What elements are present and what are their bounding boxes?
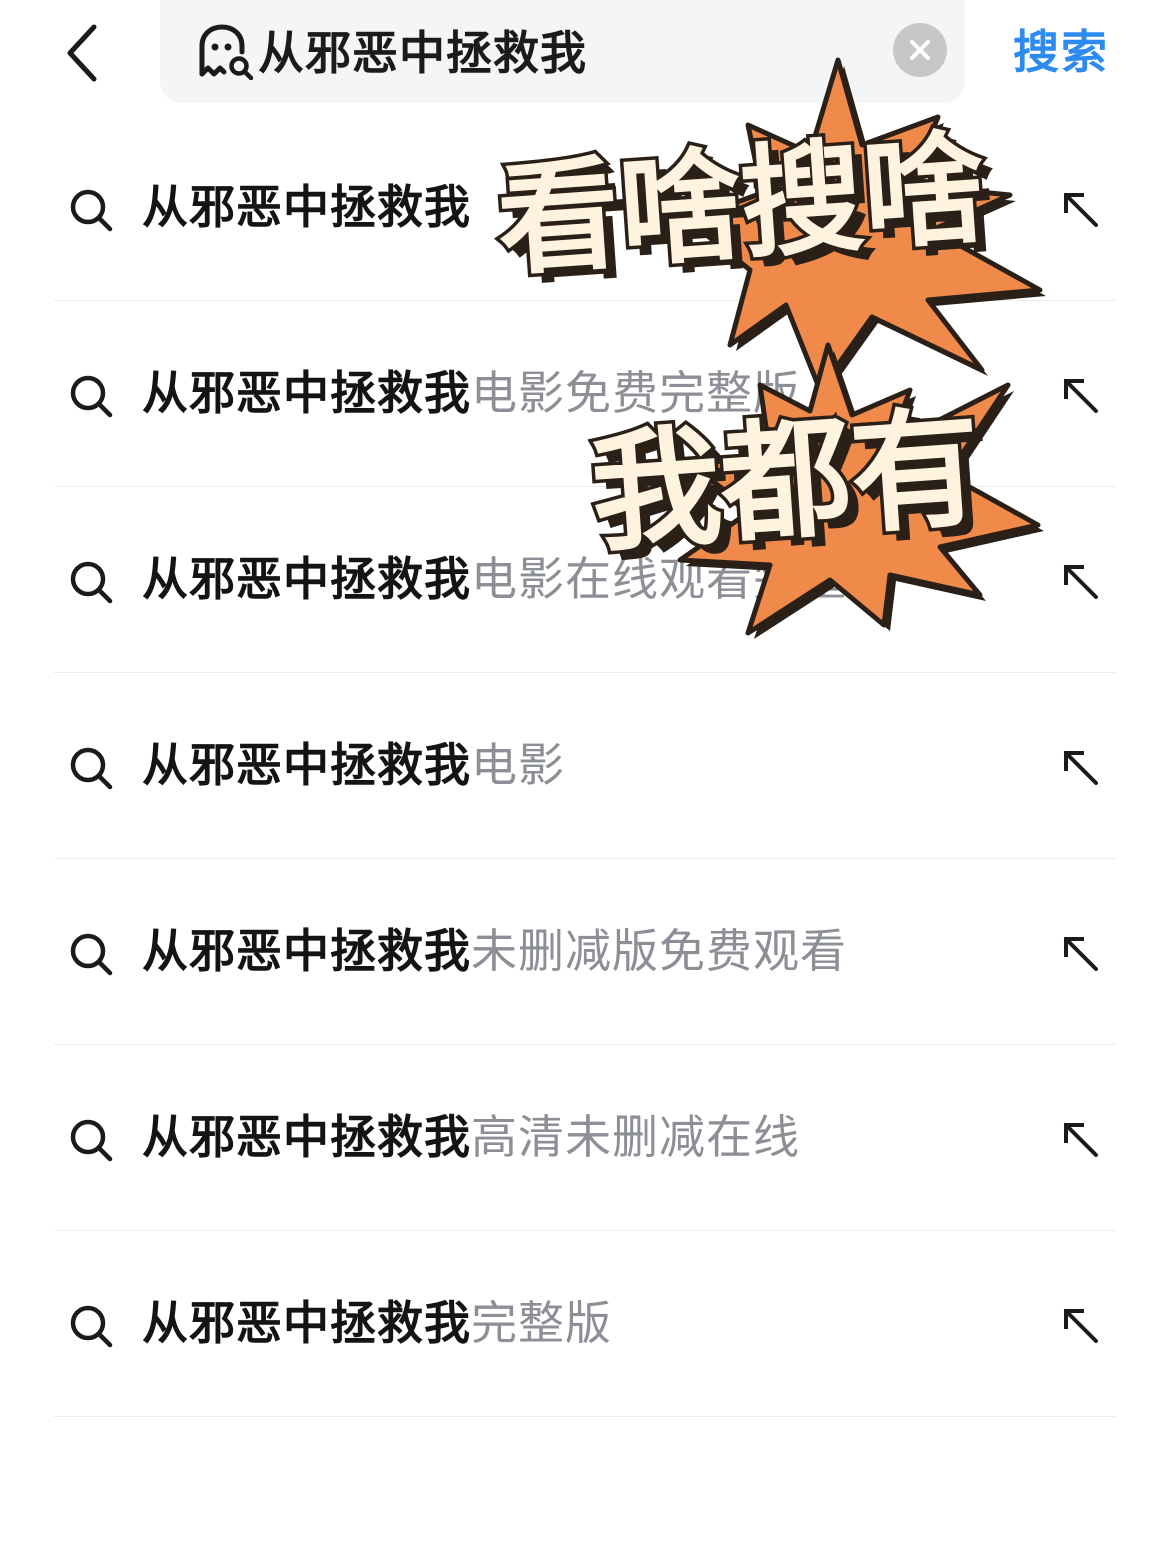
search-icon: [70, 561, 113, 604]
back-button[interactable]: [52, 18, 112, 88]
suggestion-query: 从邪恶中拯救我: [142, 1296, 471, 1350]
clear-button[interactable]: [893, 23, 947, 77]
suggestion-query: 从邪恶中拯救我: [142, 366, 471, 420]
search-icon: [70, 1305, 113, 1348]
suggestion-text: 从邪恶中拯救我完整版: [142, 1293, 612, 1353]
close-icon: [910, 40, 930, 60]
suggestion-text: 从邪恶中拯救我: [142, 177, 471, 237]
suggestion-list: 从邪恶中拯救我 从邪恶中拯救我电影免费完整版 从邪恶中拯救我电影在线观看完整 从…: [0, 115, 1170, 1417]
suggestion-suffix: 高清未删减在线: [471, 1110, 800, 1164]
suggestion-item[interactable]: 从邪恶中拯救我完整版: [54, 1231, 1116, 1417]
search-icon: [70, 189, 113, 232]
arrow-up-left-icon[interactable]: [1062, 377, 1100, 415]
suggestion-item[interactable]: 从邪恶中拯救我: [54, 115, 1116, 301]
suggestion-query: 从邪恶中拯救我: [142, 924, 471, 978]
search-icon: [70, 375, 113, 418]
suggestion-item[interactable]: 从邪恶中拯救我未删减版免费观看: [54, 859, 1116, 1045]
chevron-left-icon: [67, 24, 97, 82]
search-box[interactable]: [160, 0, 965, 103]
suggestion-item[interactable]: 从邪恶中拯救我电影免费完整版: [54, 301, 1116, 487]
suggestion-query: 从邪恶中拯救我: [142, 738, 471, 792]
suggestion-item[interactable]: 从邪恶中拯救我电影: [54, 673, 1116, 859]
suggestion-query: 从邪恶中拯救我: [142, 552, 471, 606]
arrow-up-left-icon[interactable]: [1062, 191, 1100, 229]
suggestion-suffix: 电影免费完整版: [471, 366, 800, 420]
search-icon: [70, 1119, 113, 1162]
search-button[interactable]: 搜索: [1013, 20, 1109, 84]
suggestion-suffix: 未删减版免费观看: [471, 924, 847, 978]
arrow-up-left-icon[interactable]: [1062, 563, 1100, 601]
arrow-up-left-icon[interactable]: [1062, 749, 1100, 787]
arrow-up-left-icon[interactable]: [1062, 1121, 1100, 1159]
ghost-search-icon: [199, 24, 254, 80]
suggestion-item[interactable]: 从邪恶中拯救我电影在线观看完整: [54, 487, 1116, 673]
suggestion-text: 从邪恶中拯救我电影: [142, 735, 565, 795]
suggestion-text: 从邪恶中拯救我电影免费完整版: [142, 363, 800, 423]
search-icon: [70, 933, 113, 976]
suggestion-suffix: 电影在线观看完整: [471, 552, 847, 606]
arrow-up-left-icon[interactable]: [1062, 1307, 1100, 1345]
search-input[interactable]: [258, 0, 878, 100]
suggestion-text: 从邪恶中拯救我高清未删减在线: [142, 1107, 800, 1167]
suggestion-suffix: 完整版: [471, 1296, 612, 1350]
suggestion-text: 从邪恶中拯救我电影在线观看完整: [142, 549, 847, 609]
suggestion-query: 从邪恶中拯救我: [142, 1110, 471, 1164]
suggestion-suffix: 电影: [471, 738, 565, 792]
suggestion-query: 从邪恶中拯救我: [142, 180, 471, 234]
arrow-up-left-icon[interactable]: [1062, 935, 1100, 973]
search-icon: [70, 747, 113, 790]
suggestion-text: 从邪恶中拯救我未删减版免费观看: [142, 921, 847, 981]
suggestion-item[interactable]: 从邪恶中拯救我高清未删减在线: [54, 1045, 1116, 1231]
